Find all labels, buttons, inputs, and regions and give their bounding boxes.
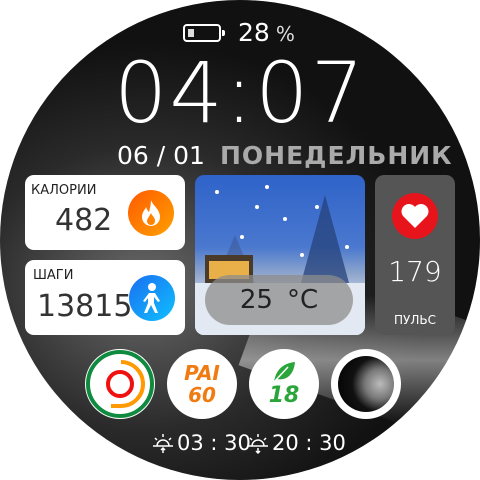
eco-widget[interactable]: 18 [249,349,319,419]
battery-value: 28 [238,18,270,47]
heart-rate-label: ПУЛЬС [394,313,436,327]
sunrise-time: 03 : 30 [177,431,251,455]
heart-rate-value: 179 [388,255,442,288]
steps-value: 13815 [37,289,133,324]
battery-unit: % [275,22,295,46]
steps-widget[interactable]: ШАГИ 13815 [25,260,185,335]
sunset-time: 20 : 30 [272,431,346,455]
steps-label: ШАГИ [33,268,74,283]
pai-widget[interactable]: PAI 60 [167,349,237,419]
heart-rate-widget[interactable]: 179 ПУЛЬС [375,175,455,335]
flame-icon [128,190,174,236]
temperature-unit: °C [286,285,319,315]
battery-icon [183,24,225,42]
eco-value: 18 [268,382,300,408]
temperature-display: 25 °C [205,275,353,325]
activity-rings-icon [86,350,154,418]
heart-icon [392,193,438,239]
watch-face: 28% 04:07 06 / 01 ПОНЕДЕЛЬНИК КАЛОРИИ 48… [0,0,480,480]
sunrise: 03 : 30 [152,431,251,455]
sunrise-icon [153,434,173,453]
weekday: ПОНЕДЕЛЬНИК [220,141,453,170]
leaf-icon [273,361,295,383]
walk-icon [129,275,175,321]
temperature-value: 25 [239,285,273,315]
calories-value: 482 [55,203,113,238]
clock-time: 04:07 [113,44,367,142]
calories-widget[interactable]: КАЛОРИИ 482 [25,175,185,250]
weather-widget[interactable]: 25 °C [195,175,365,335]
battery-percent: 28% [238,18,295,47]
date: 06 / 01 [117,141,205,170]
sunset-icon [248,434,268,454]
pai-value: 60 [188,383,216,407]
calories-label: КАЛОРИИ [31,183,97,198]
pai-label: PAI [184,361,220,385]
moon-icon [338,356,394,412]
activity-rings[interactable] [85,349,155,419]
moon-phase[interactable] [331,349,401,419]
sunset: 20 : 30 [247,431,346,455]
